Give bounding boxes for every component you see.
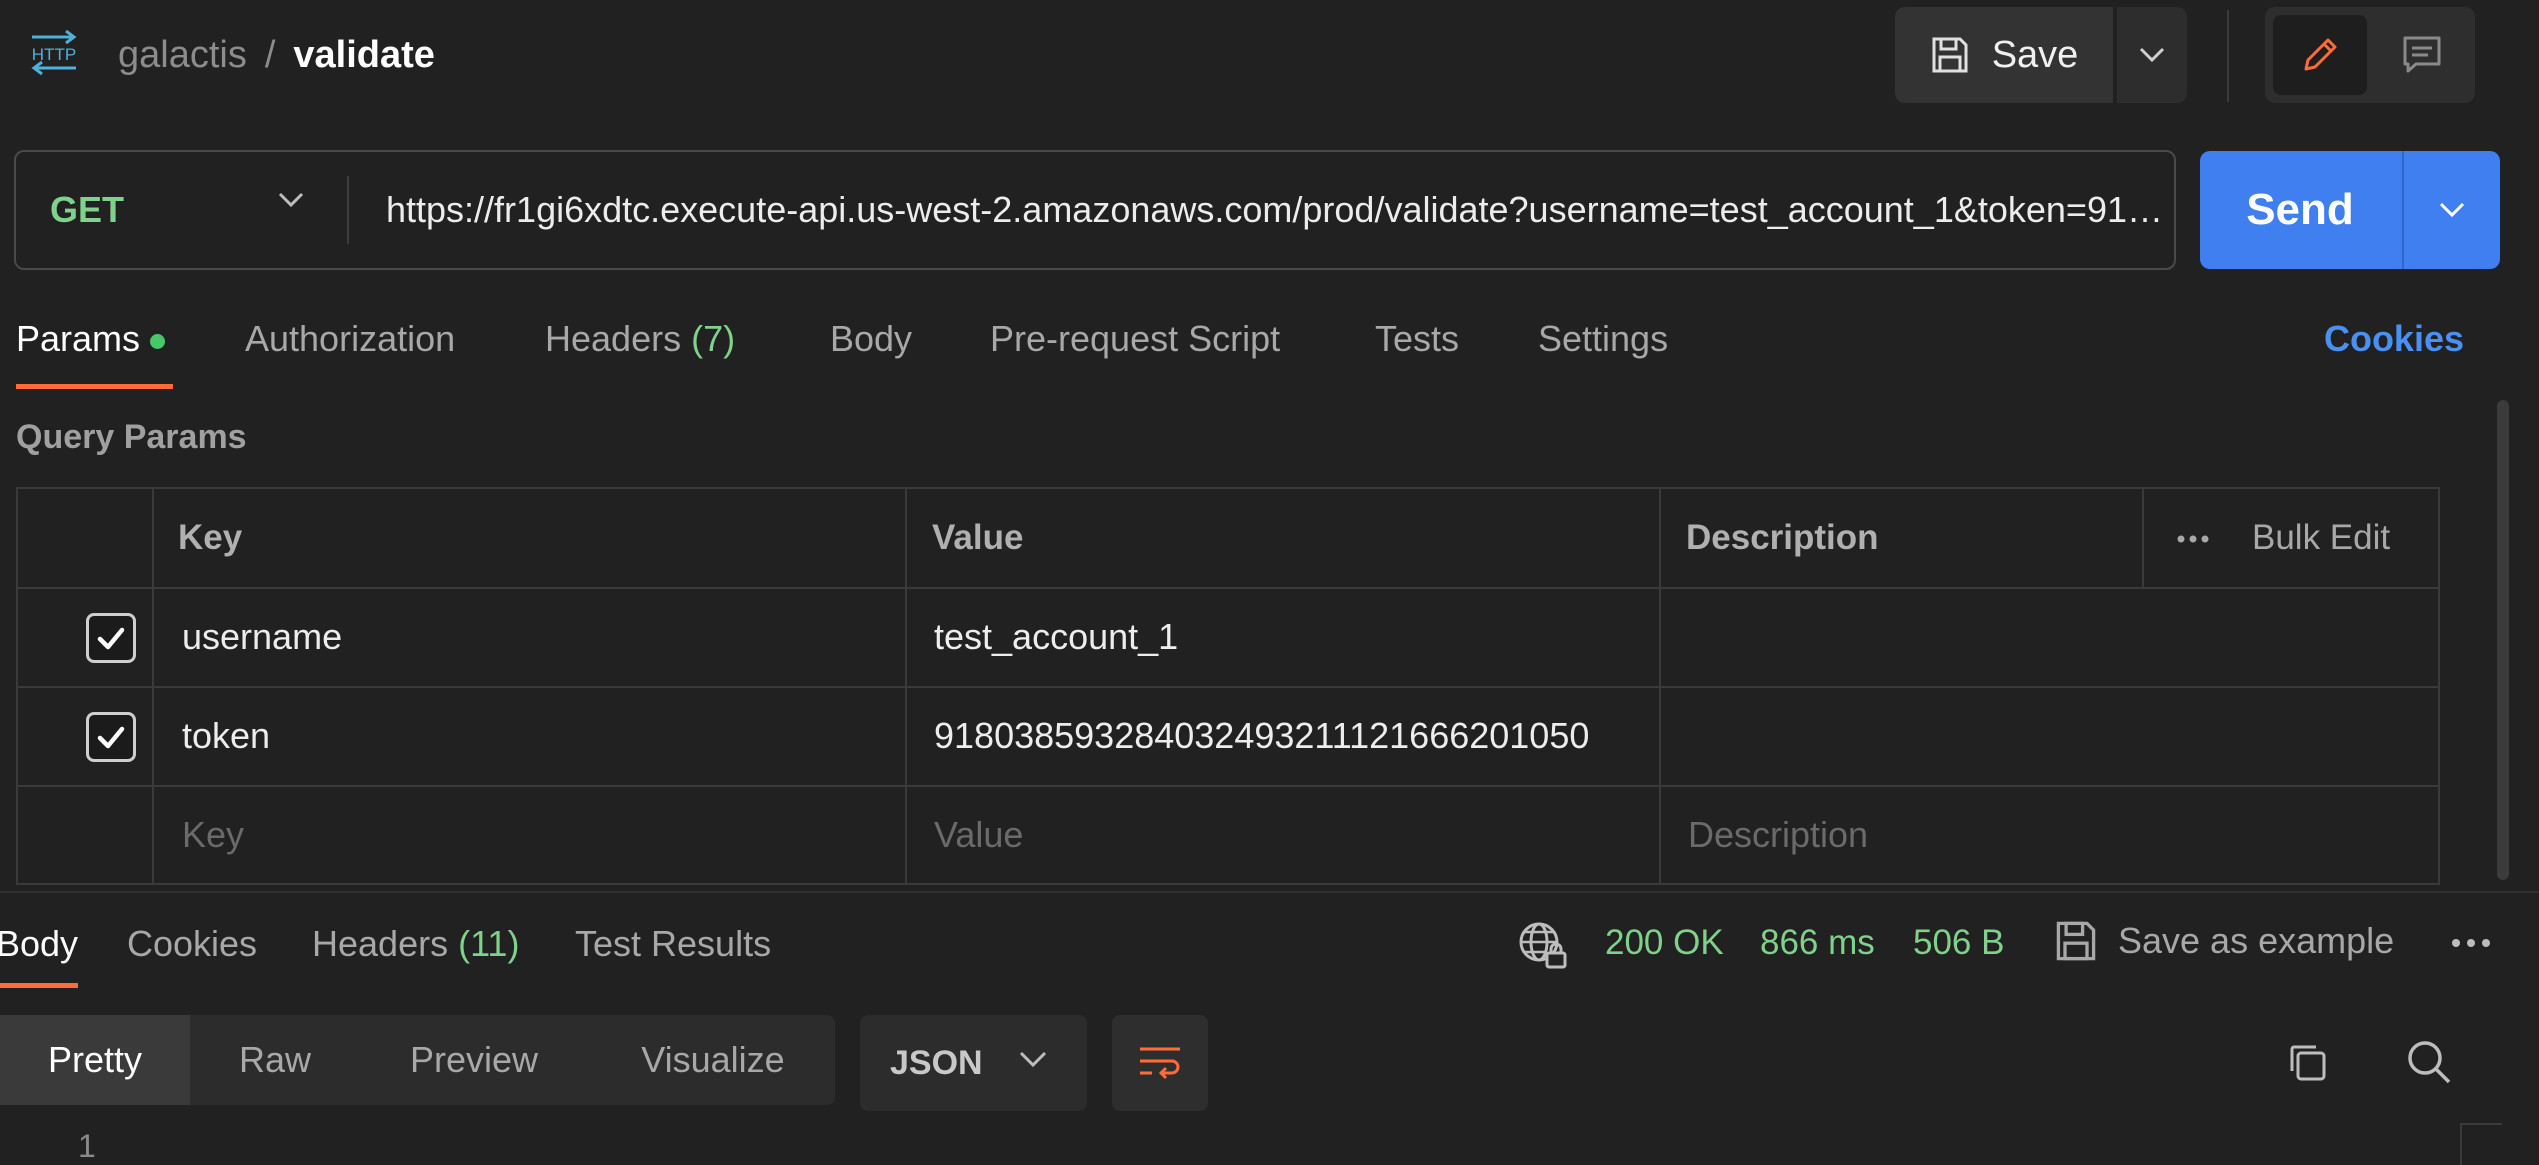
url-divider — [347, 176, 349, 244]
query-params-title: Query Params — [16, 418, 247, 456]
tab-params-label: Params — [16, 318, 141, 359]
http-icon-text: HTTP — [32, 45, 76, 64]
response-tab-headers-label: Headers — [312, 923, 449, 964]
param-description[interactable] — [1688, 687, 2388, 785]
save-as-example-button[interactable]: Save as example — [2054, 919, 2394, 963]
param-value[interactable]: 918038593284032493211121666201050 — [934, 687, 1654, 785]
column-header-description: Description — [1686, 518, 1879, 557]
tab-tests[interactable]: Tests — [1375, 318, 1459, 360]
param-enabled-checkbox[interactable] — [86, 712, 136, 762]
editor-corner — [2460, 1123, 2502, 1165]
breadcrumb-collection[interactable]: galactis — [118, 34, 247, 76]
param-enabled-checkbox[interactable] — [86, 613, 136, 663]
query-params-table: Key Value Description Bulk Edit username… — [16, 487, 2440, 885]
save-group: Save — [1895, 7, 2187, 103]
search-icon[interactable] — [2404, 1037, 2454, 1087]
tab-headers-label: Headers — [545, 318, 682, 359]
new-param-description[interactable]: Description — [1688, 786, 2388, 884]
chevron-down-icon — [1018, 1050, 1048, 1068]
column-header-value: Value — [932, 518, 1024, 557]
new-param-value[interactable]: Value — [934, 786, 1634, 884]
send-options-button[interactable] — [2404, 151, 2500, 269]
chevron-down-icon — [2139, 47, 2165, 63]
response-status[interactable]: 200 OK — [1605, 923, 1724, 963]
more-options-icon[interactable] — [2173, 519, 2213, 559]
url-bar: GET https://fr1gi6xdtc.execute-api.us-we… — [14, 150, 2176, 270]
tab-authorization[interactable]: Authorization — [245, 318, 455, 360]
comments-button[interactable] — [2375, 15, 2469, 95]
new-param-key[interactable]: Key — [182, 786, 882, 884]
column-header-key: Key — [178, 518, 243, 557]
language-select[interactable]: JSON — [860, 1015, 1087, 1111]
copy-icon[interactable] — [2284, 1039, 2332, 1087]
tab-settings[interactable]: Settings — [1538, 318, 1668, 360]
format-switcher: Pretty Raw Preview Visualize — [0, 1015, 835, 1105]
checkmark-icon — [95, 622, 127, 654]
tab-params[interactable]: Params — [16, 318, 166, 360]
format-raw[interactable]: Raw — [200, 1015, 350, 1105]
param-key[interactable]: token — [182, 687, 882, 785]
format-preview[interactable]: Preview — [378, 1015, 570, 1105]
params-active-dot — [150, 333, 166, 349]
tab-headers[interactable]: Headers (7) — [545, 318, 735, 360]
response-headers-count: (11) — [458, 923, 520, 964]
active-response-tab-indicator — [0, 983, 78, 988]
tab-prerequest-script[interactable]: Pre-request Script — [990, 318, 1280, 360]
edit-mode-button[interactable] — [2273, 15, 2367, 95]
wrap-lines-icon — [1136, 1043, 1184, 1083]
response-tab-test-results[interactable]: Test Results — [575, 923, 771, 965]
response-tab-body[interactable]: Body — [0, 923, 78, 965]
param-description[interactable] — [1688, 588, 2388, 686]
chevron-down-icon — [2439, 202, 2465, 218]
more-options-icon[interactable] — [2448, 931, 2494, 955]
format-pretty[interactable]: Pretty — [0, 1015, 190, 1105]
language-select-label: JSON — [890, 1044, 983, 1082]
pencil-icon — [2298, 33, 2342, 77]
line-number: 1 — [78, 1128, 96, 1164]
send-group: Send — [2200, 151, 2500, 269]
chevron-down-icon[interactable] — [278, 192, 304, 208]
response-tab-headers[interactable]: Headers (11) — [312, 923, 519, 965]
param-value[interactable]: test_account_1 — [934, 588, 1634, 686]
bulk-edit-button[interactable]: Bulk Edit — [2252, 489, 2390, 587]
send-button[interactable]: Send — [2200, 151, 2400, 269]
param-key[interactable]: username — [182, 588, 882, 686]
response-size[interactable]: 506 B — [1913, 923, 2004, 963]
save-button[interactable]: Save — [1895, 7, 2113, 103]
method-select[interactable]: GET — [50, 152, 124, 268]
breadcrumb: galactis / validate — [118, 26, 435, 84]
headers-count: (7) — [691, 318, 736, 359]
http-icon: HTTP — [26, 30, 82, 76]
request-name[interactable]: validate — [293, 34, 435, 76]
comment-icon — [2400, 33, 2444, 77]
network-globe-lock-icon[interactable] — [1517, 920, 1569, 972]
save-icon — [1930, 35, 1970, 75]
response-tab-cookies[interactable]: Cookies — [127, 923, 257, 965]
wrap-lines-button[interactable] — [1112, 1015, 1208, 1111]
tab-body[interactable]: Body — [830, 318, 912, 360]
save-options-button[interactable] — [2117, 7, 2187, 103]
view-mode-toggle — [2265, 7, 2475, 103]
column-divider — [2142, 489, 2144, 587]
scrollbar[interactable] — [2497, 400, 2509, 880]
url-input[interactable]: https://fr1gi6xdtc.execute-api.us-west-2… — [386, 152, 2176, 268]
format-visualize[interactable]: Visualize — [608, 1015, 818, 1105]
checkmark-icon — [95, 721, 127, 753]
cookies-link[interactable]: Cookies — [2324, 318, 2464, 360]
active-tab-indicator — [16, 384, 173, 389]
pane-divider[interactable] — [0, 891, 2539, 893]
header-divider — [2227, 10, 2229, 102]
save-as-example-label: Save as example — [2118, 920, 2395, 961]
save-label: Save — [1991, 33, 2079, 76]
response-time[interactable]: 866 ms — [1760, 923, 1875, 963]
breadcrumb-separator: / — [264, 34, 276, 76]
save-icon — [2054, 919, 2098, 963]
